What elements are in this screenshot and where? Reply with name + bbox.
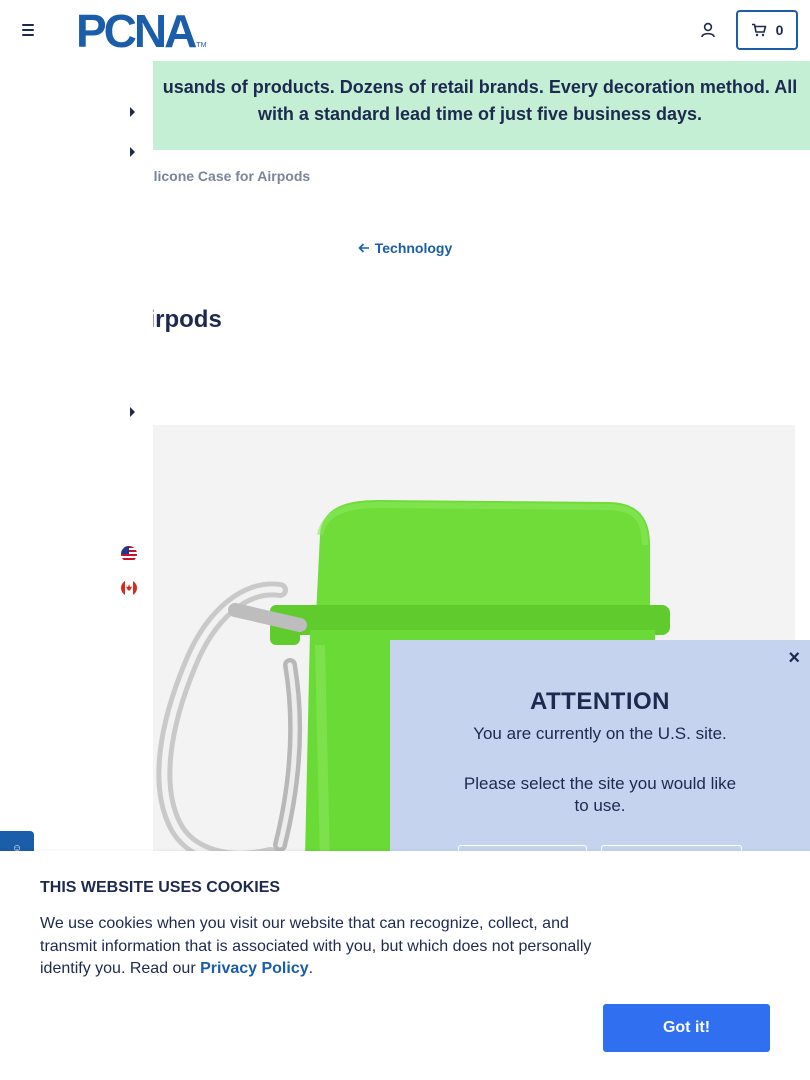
caret-right-icon[interactable] xyxy=(130,107,135,117)
modal-message: You are currently on the U.S. site. xyxy=(473,724,727,743)
privacy-policy-link[interactable]: Privacy Policy xyxy=(200,960,309,977)
promo-banner-text: usands of products. Dozens of retail bra… xyxy=(162,77,798,124)
shopping-cart-icon xyxy=(751,23,766,37)
cookie-body: We use cookies when you visit our websit… xyxy=(40,913,610,981)
cookie-body-end: . xyxy=(308,960,314,977)
canada-flag-icon[interactable] xyxy=(121,580,137,596)
site-header: PCNA TM 0 xyxy=(0,0,810,61)
modal-prompt: Please select the site you would like to… xyxy=(463,774,737,815)
site-selection-modal: × ATTENTION You are currently on the U.S… xyxy=(390,640,810,885)
breadcrumb-current: Silicone Case for Airpods xyxy=(140,168,311,184)
cart-count: 0 xyxy=(775,22,784,38)
back-link-label: Technology xyxy=(374,240,453,256)
caret-right-icon[interactable] xyxy=(130,147,135,157)
cookie-body-text: We use cookies when you visit our websit… xyxy=(40,915,592,977)
modal-heading: ATTENTION xyxy=(529,688,671,715)
hamburger-menu-icon[interactable] xyxy=(19,21,37,39)
logo-text: PCNA xyxy=(76,5,197,57)
us-flag-icon[interactable] xyxy=(121,546,137,562)
caret-right-icon[interactable] xyxy=(130,407,135,417)
accept-cookies-button[interactable]: Got it! xyxy=(603,1004,770,1052)
arrow-left-icon xyxy=(358,240,370,256)
cart-button[interactable]: 0 xyxy=(736,10,798,50)
cookie-title: THIS WEBSITE USES COOKIES xyxy=(40,879,281,896)
page: PCNA TM 0 usands of products. Dozens of … xyxy=(0,0,810,1080)
close-icon[interactable]: × xyxy=(788,647,800,670)
logo-trademark: TM xyxy=(196,42,207,49)
user-icon[interactable] xyxy=(699,21,717,39)
pcna-logo[interactable]: PCNA TM xyxy=(76,5,207,57)
cookie-banner: THIS WEBSITE USES COOKIES We use cookies… xyxy=(0,851,810,1080)
